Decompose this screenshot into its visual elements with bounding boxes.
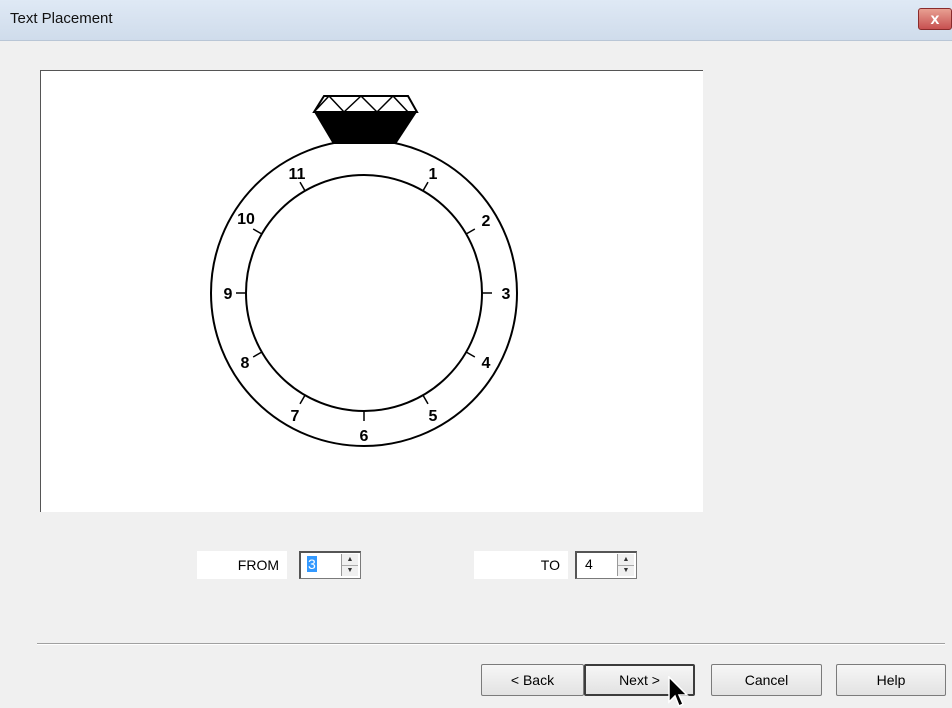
ring-position-labels: 11 1 10 2 9 3 8 4 7 5 6 xyxy=(224,166,511,445)
from-label: FROM xyxy=(197,551,287,579)
tick-mark-8 xyxy=(252,351,263,358)
ring-inner-circle xyxy=(245,174,483,412)
tick-mark-1 xyxy=(422,181,429,192)
position-label-5: 5 xyxy=(429,408,438,425)
from-spin-buttons[interactable]: ▲ ▼ xyxy=(341,554,358,576)
tick-mark-2 xyxy=(465,228,476,235)
position-label-10: 10 xyxy=(237,211,255,228)
position-label-1: 1 xyxy=(429,166,438,183)
spin-down-arrow-icon[interactable]: ▼ xyxy=(342,565,358,576)
position-label-2: 2 xyxy=(482,213,491,230)
window-title: Text Placement xyxy=(10,10,113,27)
to-spinner[interactable]: 4 ▲ ▼ xyxy=(575,551,637,579)
position-label-8: 8 xyxy=(241,355,250,372)
mouse-pointer-icon xyxy=(668,676,689,708)
gem-crown-icon xyxy=(312,95,419,113)
ring-tick-marks xyxy=(236,181,492,421)
position-label-9: 9 xyxy=(224,286,233,303)
tick-mark-5 xyxy=(422,394,429,405)
back-button[interactable]: < Back xyxy=(481,664,584,696)
position-label-11: 11 xyxy=(289,166,306,183)
ring-preview-canvas: 11 1 10 2 9 3 8 4 7 5 6 xyxy=(40,70,703,512)
from-value-input[interactable]: 3 xyxy=(307,556,317,572)
ring-drawing: 11 1 10 2 9 3 8 4 7 5 6 xyxy=(210,94,518,447)
title-bar: Text Placement x xyxy=(0,0,952,41)
tick-mark-7 xyxy=(299,394,306,405)
position-label-4: 4 xyxy=(482,355,491,372)
position-label-6: 6 xyxy=(360,428,369,445)
to-label: TO xyxy=(474,551,568,579)
close-icon[interactable]: x xyxy=(918,8,952,30)
position-label-3: 3 xyxy=(502,286,511,303)
tick-mark-10 xyxy=(252,228,263,235)
to-spin-buttons[interactable]: ▲ ▼ xyxy=(617,554,634,576)
ring-outer-circle xyxy=(210,139,518,447)
tick-mark-11 xyxy=(299,181,306,192)
tick-mark-4 xyxy=(465,351,476,358)
cancel-button[interactable]: Cancel xyxy=(711,664,822,696)
footer-separator xyxy=(37,643,945,645)
from-spinner[interactable]: 3 ▲ ▼ xyxy=(299,551,361,579)
to-value-input[interactable]: 4 xyxy=(585,556,593,572)
spin-down-arrow-icon[interactable]: ▼ xyxy=(618,565,634,576)
position-label-7: 7 xyxy=(291,408,300,425)
help-button[interactable]: Help xyxy=(836,664,946,696)
